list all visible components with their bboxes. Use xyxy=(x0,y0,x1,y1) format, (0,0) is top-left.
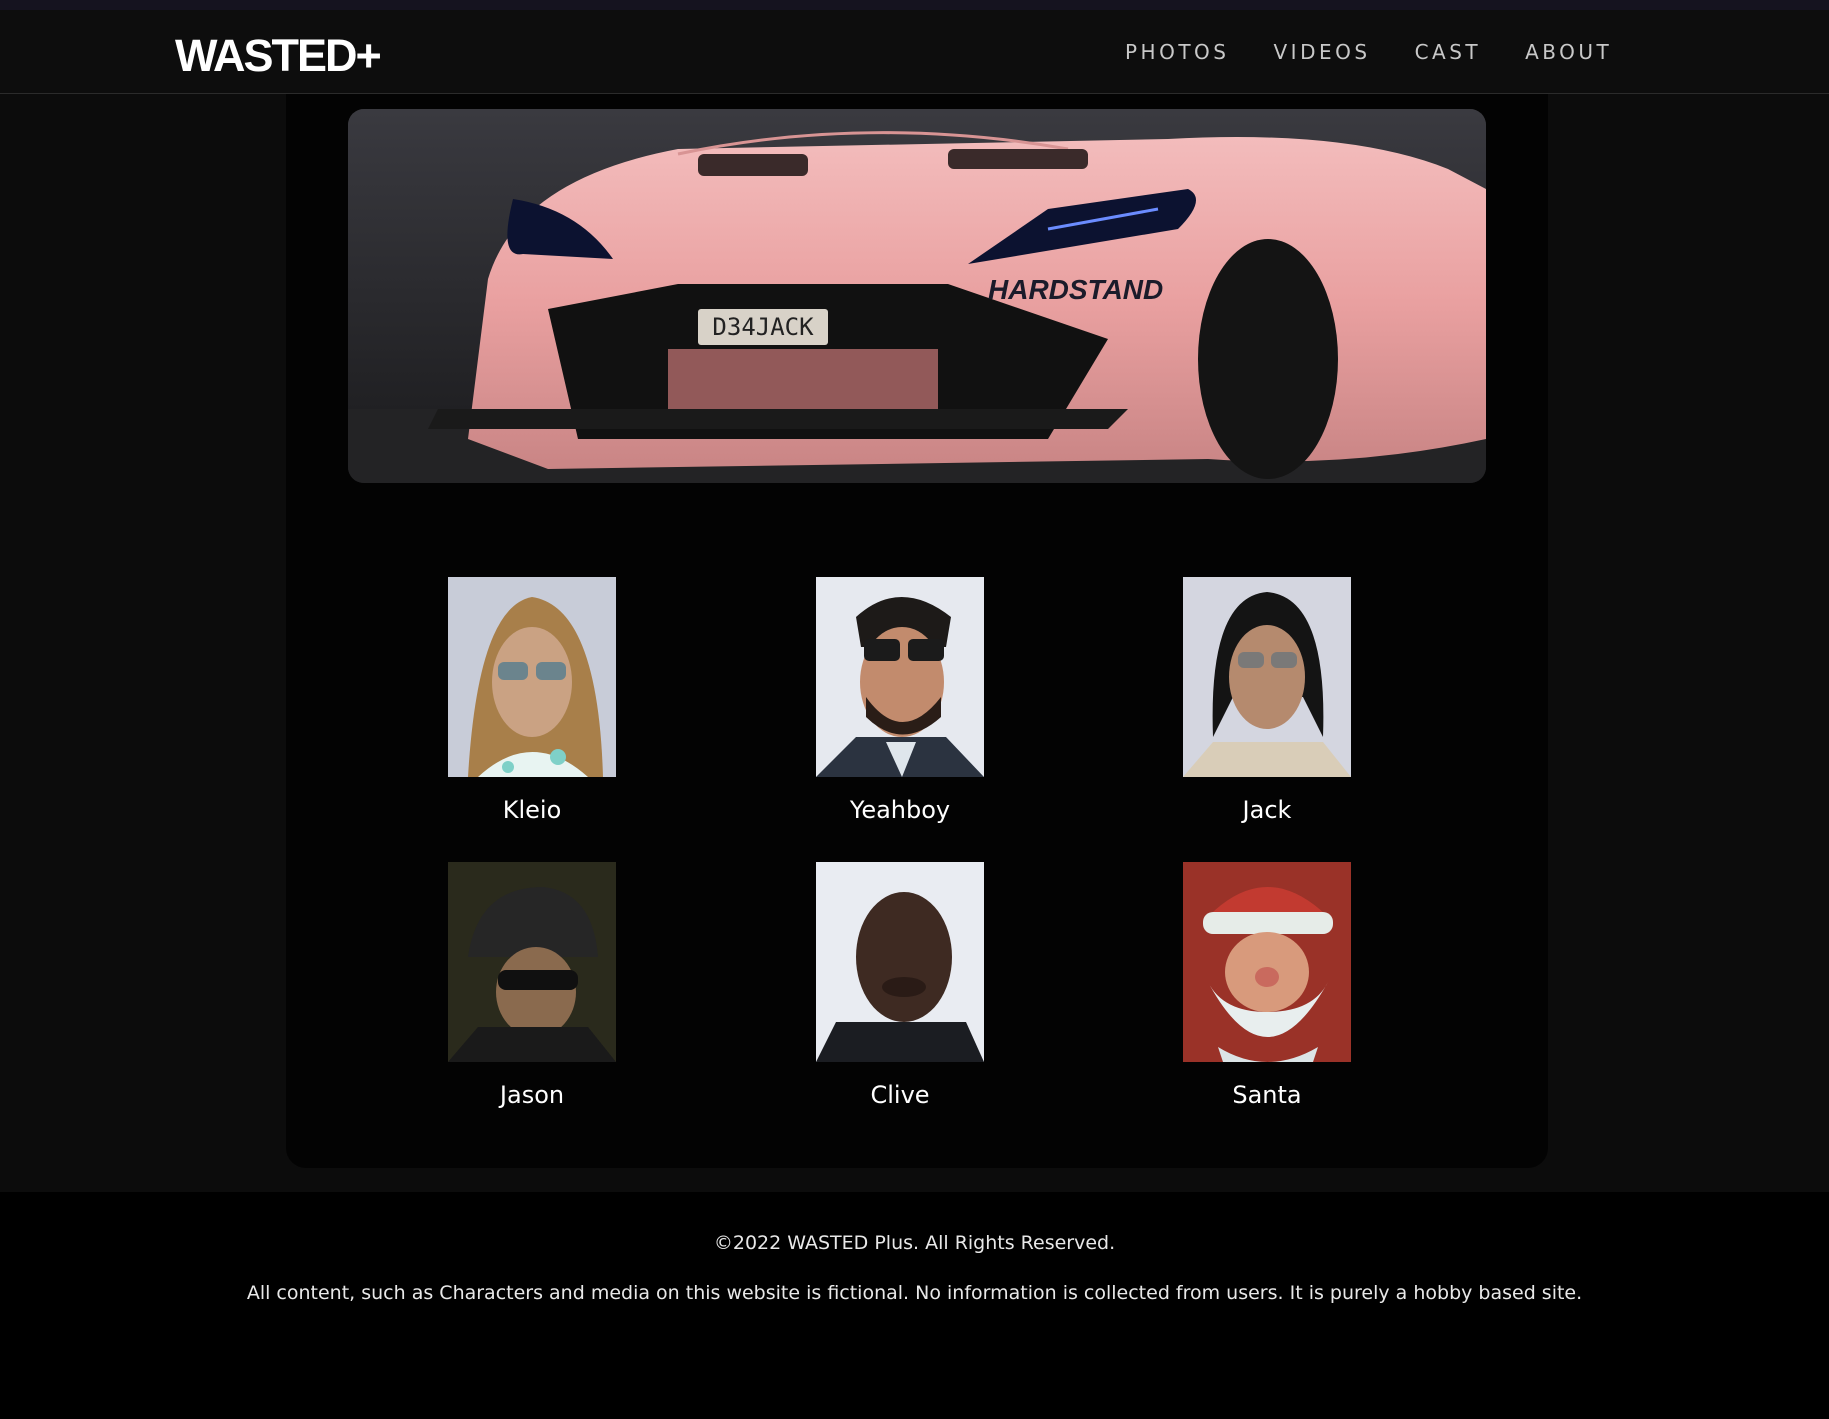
hero-image-pink-car: D34JACK HARDSTAND xyxy=(348,109,1486,483)
nav-link-cast[interactable]: CAST xyxy=(1415,40,1482,64)
hero-car-illustration: D34JACK HARDSTAND xyxy=(348,109,1486,483)
portrait-kleio[interactable] xyxy=(448,577,616,777)
nav-link-about[interactable]: ABOUT xyxy=(1525,40,1612,64)
cast-member-clive[interactable]: Clive xyxy=(770,862,1030,1109)
nav-link-photos[interactable]: PHOTOS xyxy=(1125,40,1230,64)
nav-menu: PHOTOS VIDEOS CAST ABOUT xyxy=(1125,40,1656,64)
portrait-clive[interactable] xyxy=(816,862,984,1062)
license-plate-text: D34JACK xyxy=(712,313,814,341)
cast-name-clive[interactable]: Clive xyxy=(770,1081,1030,1109)
cast-name-santa[interactable]: Santa xyxy=(1137,1081,1397,1109)
portrait-santa[interactable] xyxy=(1183,862,1351,1062)
site-logo[interactable]: WASTED+ xyxy=(175,30,382,82)
cast-member-santa[interactable]: Santa xyxy=(1137,862,1397,1109)
cast-name-yeahboy[interactable]: Yeahboy xyxy=(770,796,1030,824)
cast-card: D34JACK HARDSTAND Kleio Yeahboy Jack Jas… xyxy=(286,94,1548,1168)
navbar: WASTED+ PHOTOS VIDEOS CAST ABOUT xyxy=(0,10,1829,94)
portrait-jason[interactable] xyxy=(448,862,616,1062)
nav-link-videos[interactable]: VIDEOS xyxy=(1274,40,1371,64)
portrait-jack[interactable] xyxy=(1183,577,1351,777)
cast-name-jason[interactable]: Jason xyxy=(402,1081,662,1109)
cast-member-jack[interactable]: Jack xyxy=(1137,577,1397,824)
cast-member-jason[interactable]: Jason xyxy=(402,862,662,1109)
footer-copyright: ©2022 WASTED Plus. All Rights Reserved. xyxy=(713,1232,1116,1254)
footer: ©2022 WASTED Plus. All Rights Reserved. … xyxy=(0,1192,1829,1419)
top-strip xyxy=(0,0,1829,10)
cast-name-jack[interactable]: Jack xyxy=(1137,796,1397,824)
cast-name-kleio[interactable]: Kleio xyxy=(402,796,662,824)
footer-disclaimer: All content, such as Characters and medi… xyxy=(246,1282,1583,1304)
car-decal-text: HARDSTAND xyxy=(988,274,1163,305)
cast-member-kleio[interactable]: Kleio xyxy=(402,577,662,824)
portrait-yeahboy[interactable] xyxy=(816,577,984,777)
cast-member-yeahboy[interactable]: Yeahboy xyxy=(770,577,1030,824)
